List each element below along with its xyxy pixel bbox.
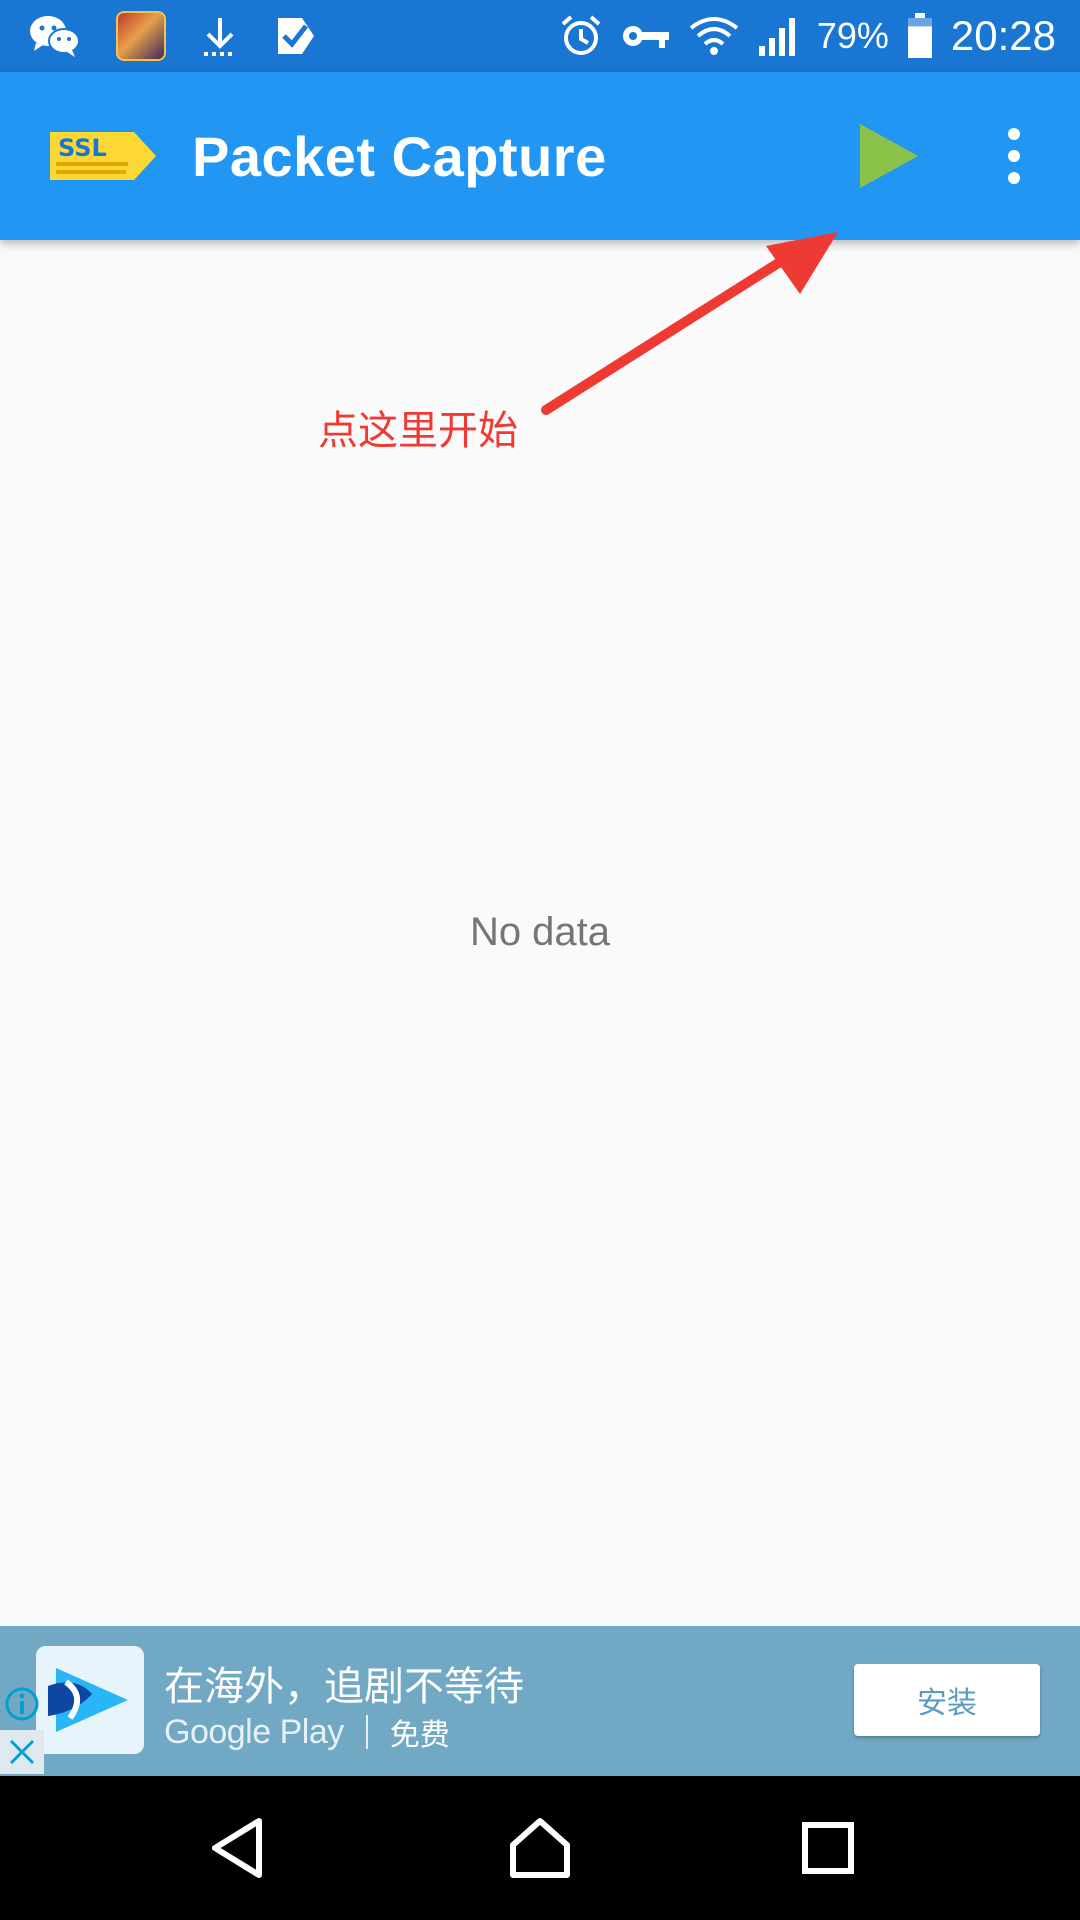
ad-title: 在海外，追剧不等待 [164, 1664, 524, 1710]
info-icon [5, 1687, 39, 1721]
close-icon [9, 1739, 35, 1765]
ssl-logo-icon: SSL [46, 122, 158, 190]
svg-text:SSL: SSL [58, 134, 107, 162]
play-icon [860, 124, 918, 188]
navigation-bar [0, 1776, 1080, 1920]
clock: 20:28 [950, 12, 1056, 59]
ad-info-button[interactable] [0, 1680, 44, 1728]
battery-icon [907, 13, 933, 59]
signal-icon [757, 16, 799, 56]
ad-close-button[interactable] [0, 1730, 44, 1774]
battery-percent: 79% [816, 15, 889, 56]
ad-store-name: Google Play [164, 1712, 344, 1751]
ad-banner[interactable]: 在海外，追剧不等待 Google Play 免费 安装 [0, 1626, 1080, 1776]
ad-app-icon[interactable] [36, 1646, 144, 1754]
wifi-icon [689, 16, 739, 56]
status-bar-notifications [28, 10, 318, 62]
download-icon [200, 14, 240, 58]
back-button[interactable] [200, 1808, 280, 1888]
back-icon [212, 1818, 262, 1878]
recents-button[interactable] [788, 1808, 868, 1888]
home-icon [510, 1818, 570, 1878]
game-app-icon [116, 11, 166, 61]
vpn-key-icon [621, 21, 671, 51]
alarm-icon [559, 14, 603, 58]
home-button[interactable] [500, 1808, 580, 1888]
ad-install-button[interactable]: 安装 [854, 1664, 1040, 1736]
wechat-icon [28, 13, 82, 59]
empty-state-text: No data [469, 910, 611, 954]
start-capture-button[interactable] [852, 120, 924, 192]
ad-price: 免费 [389, 1718, 450, 1753]
annotation-label: 点这里开始 [318, 408, 518, 454]
status-bar: 79% 20:28 [0, 0, 1080, 72]
ad-subtitle: Google Play 免费 [164, 1710, 450, 1754]
app-title: Packet Capture [192, 125, 607, 188]
status-bar-system: 79% 20:28 [559, 0, 1056, 72]
overflow-menu-button[interactable] [990, 122, 1038, 190]
recents-icon [802, 1822, 854, 1874]
app-bar: SSL Packet Capture [0, 72, 1080, 240]
more-vert-icon [1008, 128, 1020, 184]
ad-divider [365, 1715, 368, 1749]
check-icon [274, 14, 318, 58]
